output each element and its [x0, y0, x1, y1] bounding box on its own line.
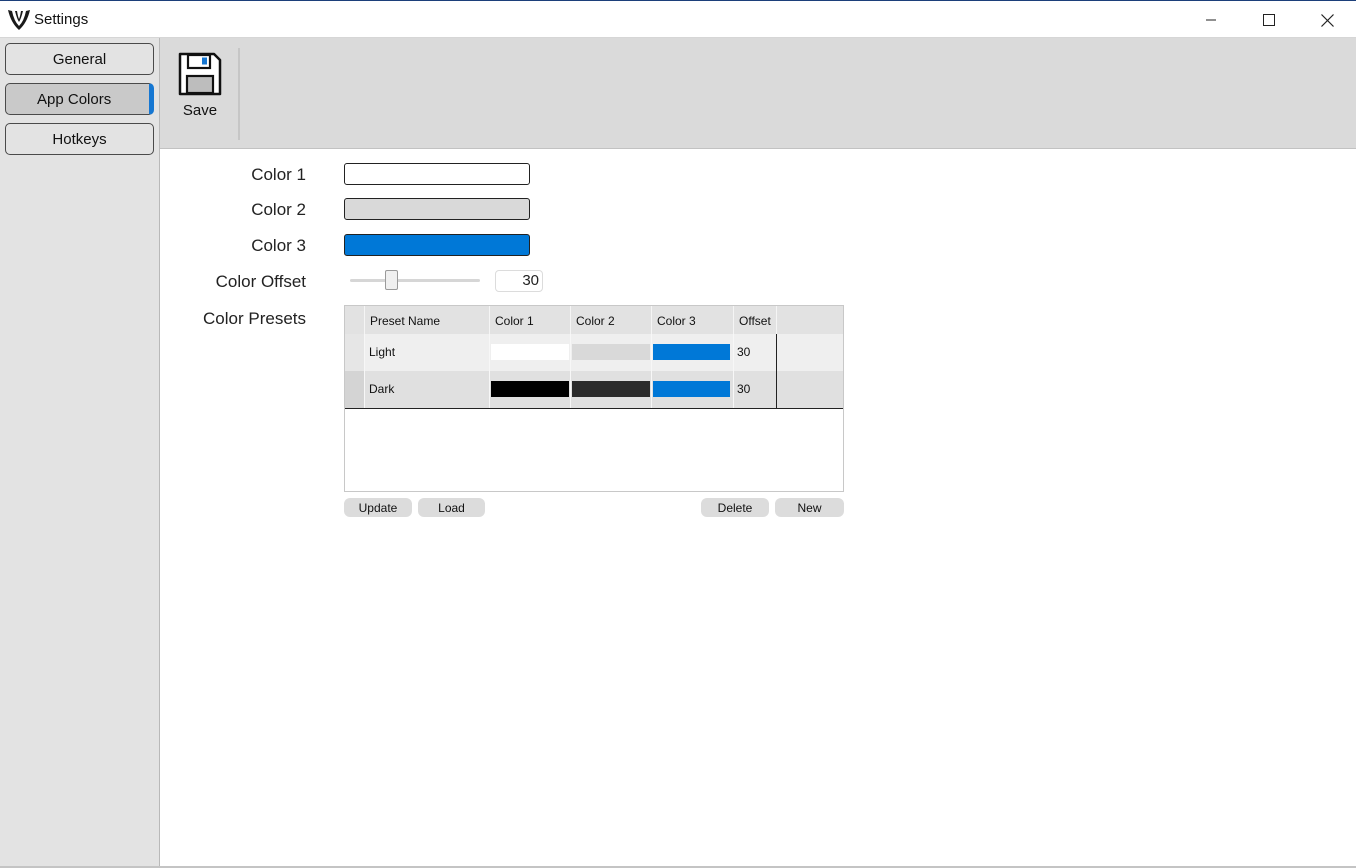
new-button[interactable]: New: [775, 498, 844, 517]
color2-swatch[interactable]: [344, 198, 530, 220]
preset-color1-cell[interactable]: [490, 371, 571, 408]
toolbar: Save: [160, 38, 1356, 149]
color-chip: [653, 344, 730, 360]
color1-swatch[interactable]: [344, 163, 530, 185]
grid-corner-header: [345, 306, 365, 334]
sidebar-item-app-colors[interactable]: App Colors: [5, 83, 154, 115]
offset-value-field[interactable]: 30: [495, 270, 543, 292]
color-presets-label: Color Presets: [203, 309, 306, 328]
load-button[interactable]: Load: [418, 498, 485, 517]
toolbar-separator: [238, 48, 240, 140]
preset-color2-cell[interactable]: [571, 371, 652, 408]
save-label: Save: [182, 102, 218, 119]
save-button[interactable]: Save: [172, 52, 228, 124]
offset-slider-thumb[interactable]: [385, 270, 398, 290]
close-icon: [1320, 13, 1334, 27]
color3-swatch[interactable]: [344, 234, 530, 256]
column-header-color2[interactable]: Color 2: [571, 306, 652, 334]
color-chip: [572, 381, 650, 397]
minimize-button[interactable]: [1182, 2, 1240, 38]
preset-color3-cell[interactable]: [652, 371, 734, 408]
color3-label: Color 3: [251, 236, 306, 255]
preset-name-cell[interactable]: Light: [365, 334, 490, 371]
color-chip: [653, 381, 730, 397]
color-chip: [491, 381, 569, 397]
preset-offset-cell[interactable]: 30: [734, 371, 777, 408]
delete-button[interactable]: Delete: [701, 498, 769, 517]
close-button[interactable]: [1298, 2, 1356, 38]
sidebar: General App Colors Hotkeys: [0, 38, 160, 868]
title-bar: Settings: [0, 1, 1356, 37]
color1-label: Color 1: [251, 165, 306, 184]
maximize-button[interactable]: [1240, 2, 1298, 38]
column-header-preset-name[interactable]: Preset Name: [365, 306, 490, 334]
floppy-disk-icon: [178, 52, 222, 96]
app-logo-icon: [8, 10, 30, 30]
update-button[interactable]: Update: [344, 498, 412, 517]
column-header-color1[interactable]: Color 1: [490, 306, 571, 334]
table-row[interactable]: Light 30: [345, 334, 843, 372]
preset-offset-cell[interactable]: 30: [734, 334, 777, 371]
preset-color3-cell[interactable]: [652, 334, 734, 371]
color-chip: [572, 344, 650, 360]
color-chip: [491, 344, 569, 360]
column-header-offset[interactable]: Offset: [734, 306, 777, 334]
sidebar-item-general[interactable]: General: [5, 43, 154, 75]
row-header[interactable]: [345, 334, 365, 371]
window-title: Settings: [34, 11, 89, 28]
color2-label: Color 2: [251, 200, 306, 219]
column-header-color3[interactable]: Color 3: [652, 306, 734, 334]
maximize-icon: [1263, 14, 1275, 26]
preset-name-cell[interactable]: Dark: [365, 371, 490, 408]
preset-color1-cell[interactable]: [490, 334, 571, 371]
presets-grid[interactable]: Preset Name Color 1 Color 2 Color 3 Offs…: [344, 305, 844, 492]
color-offset-label: Color Offset: [215, 272, 306, 291]
preset-color2-cell[interactable]: [571, 334, 652, 371]
column-header-filler: [777, 306, 843, 334]
minimize-icon: [1206, 19, 1216, 21]
sidebar-item-hotkeys[interactable]: Hotkeys: [5, 123, 154, 155]
row-header[interactable]: [345, 371, 365, 408]
table-row[interactable]: Dark 30: [345, 371, 843, 409]
offset-slider-track[interactable]: [350, 279, 480, 282]
